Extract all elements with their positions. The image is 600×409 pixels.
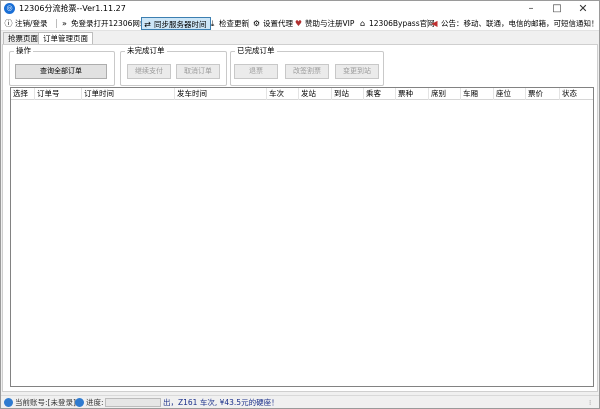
tab-ticket-grab[interactable]: 抢票页面 [3, 32, 43, 44]
check-update-label: 检查更新 [219, 19, 249, 28]
column-header-ticket-type[interactable]: 票种 [396, 88, 429, 100]
progress-label: 进度: [86, 398, 104, 407]
column-header-depart-time[interactable]: 发车时间 [175, 88, 267, 100]
info-circle-icon: ⓘ [4, 19, 13, 28]
column-header-status[interactable]: 状态 [560, 88, 593, 100]
announcement-button[interactable]: ◀ 公告：移动、联通，电信的邮箱，可短信通知！ [430, 17, 599, 30]
proxy-settings-label: 设置代理 [263, 19, 293, 28]
login-logout-label: 注销/登录 [15, 19, 48, 28]
unfinished-orders-group: 未完成订单 继续支付 取消订单 [120, 46, 227, 86]
home-icon: ⌂ [359, 19, 366, 28]
column-header-from-station[interactable]: 发站 [299, 88, 332, 100]
scrolling-message: 出，Z161 车次, ¥43.5元的硬座！ [163, 398, 279, 407]
progress-bar [105, 398, 161, 407]
proxy-settings-button[interactable]: ⚙ 设置代理 [252, 17, 293, 30]
toolbar: ⓘ 注销/登录 » 免登录打开12306网站 ⇄ 同步服务器时间 ⤓ 检查更新 ⚙ 设置代… [1, 16, 599, 31]
column-header-price[interactable]: 票价 [526, 88, 560, 100]
double-chevron-icon: » [62, 19, 67, 28]
sponsor-vip-button[interactable]: ♥ 赞助与注册VIP [294, 17, 354, 30]
refund-button[interactable]: 退票 [234, 64, 278, 79]
sponsor-vip-label: 赞助与注册VIP [305, 19, 355, 28]
query-all-orders-button[interactable]: 查询全部订单 [15, 64, 107, 79]
order-management-panel: 操作 查询全部订单 未完成订单 继续支付 取消订单 已完成订单 退票 改签割票 … [2, 44, 598, 392]
change-ticket-button[interactable]: 改签割票 [285, 64, 329, 79]
login-logout-button[interactable]: ⓘ 注销/登录 [4, 17, 48, 30]
change-station-button[interactable]: 变更到站 [335, 64, 379, 79]
title-bar: ◎ 12306分流抢票--Ver1.11.27 – □ ✕ [1, 1, 599, 16]
column-header-coach[interactable]: 车厢 [461, 88, 494, 100]
cancel-order-button[interactable]: 取消订单 [176, 64, 220, 79]
column-header-seat-class[interactable]: 席别 [429, 88, 461, 100]
close-button[interactable]: ✕ [571, 1, 595, 16]
status-bar: 当前账号:[未登录] 进度: 出，Z161 车次, ¥43.5元的硬座！ ⁞ [1, 395, 599, 408]
column-header-order-no[interactable]: 订单号 [35, 88, 82, 100]
announcement-label: 公告：移动、联通，电信的邮箱，可短信通知！ [441, 19, 599, 28]
toolbar-separator [248, 19, 249, 28]
operation-group-title: 操作 [14, 46, 33, 56]
column-header-seat[interactable]: 座位 [494, 88, 526, 100]
current-account-text: 当前账号:[未登录] [15, 398, 76, 407]
column-header-order-time[interactable]: 订单时间 [82, 88, 175, 100]
toolbar-separator [427, 19, 428, 28]
continue-pay-button[interactable]: 继续支付 [127, 64, 171, 79]
account-status-icon [4, 398, 13, 407]
sync-time-label: 同步服务器时间 [154, 20, 207, 29]
tab-strip: 抢票页面 订单管理页面 [1, 32, 599, 45]
app-window: ◎ 12306分流抢票--Ver1.11.27 – □ ✕ ⓘ 注销/登录 » 免登… [0, 0, 600, 409]
check-update-button[interactable]: ⤓ 检查更新 [208, 17, 249, 30]
megaphone-icon: ◀ [431, 19, 438, 28]
maximize-button[interactable]: □ [545, 1, 569, 16]
open-12306-button[interactable]: » 免登录打开12306网站 [60, 17, 147, 30]
resize-grip-icon[interactable]: ⁞ [589, 399, 591, 407]
toolbar-separator [56, 19, 57, 28]
finished-orders-group-title: 已完成订单 [235, 46, 277, 56]
minimize-button[interactable]: – [519, 1, 543, 16]
finished-orders-group: 已完成订单 退票 改签割票 变更到站 [230, 46, 384, 86]
download-icon: ⤓ [210, 19, 215, 28]
open-12306-label: 免登录打开12306网站 [71, 19, 148, 28]
order-grid[interactable]: 选择 订单号 订单时间 发车时间 车次 发站 到站 乘客 票种 席别 车厢 座位… [10, 87, 594, 387]
official-site-label: 12306Bypass官网 [369, 19, 435, 28]
unfinished-orders-group-title: 未完成订单 [125, 46, 167, 56]
sync-icon: ⇄ [144, 20, 151, 29]
column-header-select[interactable]: 选择 [11, 88, 35, 100]
column-header-passenger[interactable]: 乘客 [364, 88, 396, 100]
official-site-button[interactable]: ⌂ 12306Bypass官网 [358, 17, 435, 30]
grid-header: 选择 订单号 订单时间 发车时间 车次 发站 到站 乘客 票种 席别 车厢 座位… [11, 88, 593, 100]
heart-icon: ♥ [294, 19, 303, 28]
operation-group: 操作 查询全部订单 [9, 46, 115, 86]
progress-status-icon [75, 398, 84, 407]
window-title: 12306分流抢票--Ver1.11.27 [19, 4, 126, 13]
column-header-to-station[interactable]: 到站 [332, 88, 364, 100]
gear-icon: ⚙ [252, 19, 261, 28]
column-header-train-no[interactable]: 车次 [267, 88, 299, 100]
app-logo-icon: ◎ [4, 3, 15, 14]
sync-time-button[interactable]: ⇄ 同步服务器时间 [141, 17, 211, 30]
